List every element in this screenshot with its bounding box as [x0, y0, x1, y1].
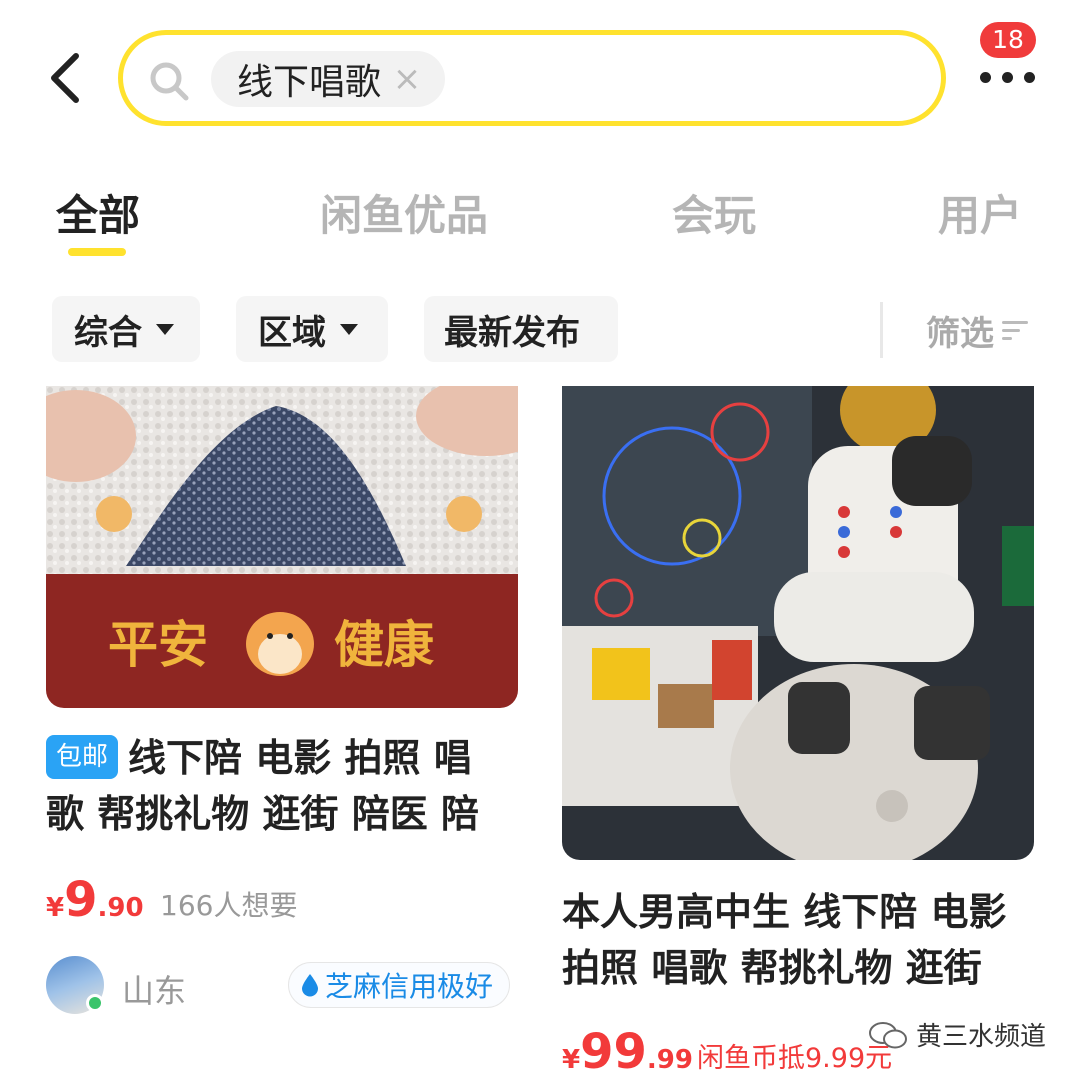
back-button[interactable]	[44, 48, 92, 108]
image-text-right: 健康	[334, 616, 434, 674]
screen-filter[interactable]: 筛选	[926, 306, 1028, 355]
sort-filter-label: 综合	[74, 312, 142, 353]
online-status-icon	[86, 994, 104, 1012]
tab-users[interactable]: 用户	[938, 182, 1022, 243]
tab-all[interactable]: 全部	[56, 182, 140, 243]
screen-filter-label: 筛选	[926, 314, 994, 354]
watermark: 黄三水频道	[868, 1016, 1046, 1053]
item-title[interactable]: 包邮 线下陪 电影 拍照 唱歌 帮挑礼物 逛街 陪医 陪	[46, 730, 502, 842]
wechat-icon	[869, 1021, 907, 1048]
currency-symbol: ¥	[46, 893, 65, 923]
price-integer: 9	[64, 872, 98, 928]
price-decimal: .99	[646, 1045, 693, 1075]
region-filter-label: 区域	[258, 312, 326, 353]
item-price: ¥9.90	[46, 872, 144, 928]
active-tab-indicator	[68, 248, 126, 256]
want-count: 166人想要	[160, 889, 298, 922]
chevron-left-icon	[51, 53, 79, 103]
knit-fabric-photo: 平安 健康	[46, 386, 518, 708]
message-count-badge: 18	[980, 22, 1036, 58]
price-decimal: .90	[97, 893, 144, 923]
region-filter[interactable]: 区域	[236, 296, 388, 362]
filter-divider	[880, 302, 883, 358]
latest-filter-label: 最新发布	[444, 312, 580, 353]
item-price: ¥99.99	[562, 1024, 693, 1078]
clear-icon[interactable]: ×	[389, 59, 425, 99]
currency-symbol: ¥	[562, 1045, 581, 1075]
credit-badge: 芝麻信用极好	[288, 962, 511, 1008]
item-title[interactable]: 本人男高中生 线下陪 电影 拍照 唱歌 帮挑礼物 逛街	[562, 884, 1038, 996]
latest-filter[interactable]: 最新发布	[424, 296, 618, 362]
search-query-chip[interactable]: 线下唱歌 ×	[211, 51, 446, 107]
free-shipping-tag: 包邮	[46, 735, 119, 779]
search-query-text: 线下唱歌	[237, 62, 382, 103]
search-bar[interactable]: 线下唱歌 ×	[118, 30, 946, 126]
item-image[interactable]	[562, 386, 1034, 860]
caret-down-icon	[340, 323, 358, 335]
seller-region: 山东	[122, 972, 187, 1010]
more-dot-icon	[1002, 72, 1013, 83]
filter-icon	[1002, 319, 1028, 343]
astronaut-statue-photo	[562, 386, 1034, 860]
caret-down-icon	[156, 323, 174, 335]
more-dot-icon	[980, 72, 991, 83]
drop-icon	[302, 974, 318, 997]
tab-premium[interactable]: 闲鱼优品	[320, 182, 488, 243]
price-integer: 99	[580, 1024, 647, 1078]
item-title-text: 本人男高中生 线下陪 电影 拍照 唱歌 帮挑礼物 逛街	[562, 890, 1007, 990]
coin-discount: 闲鱼币抵9.99元	[697, 1043, 893, 1074]
search-icon	[150, 62, 189, 101]
item-image[interactable]: 平安 健康	[46, 386, 518, 708]
more-dot-icon	[1024, 72, 1035, 83]
watermark-text: 黄三水频道	[916, 1022, 1047, 1052]
credit-label: 芝麻信用极好	[325, 970, 494, 1003]
sort-filter[interactable]: 综合	[52, 296, 200, 362]
image-text-left: 平安	[108, 616, 208, 674]
more-button[interactable]	[978, 60, 1038, 96]
tab-play[interactable]: 会玩	[672, 182, 756, 243]
